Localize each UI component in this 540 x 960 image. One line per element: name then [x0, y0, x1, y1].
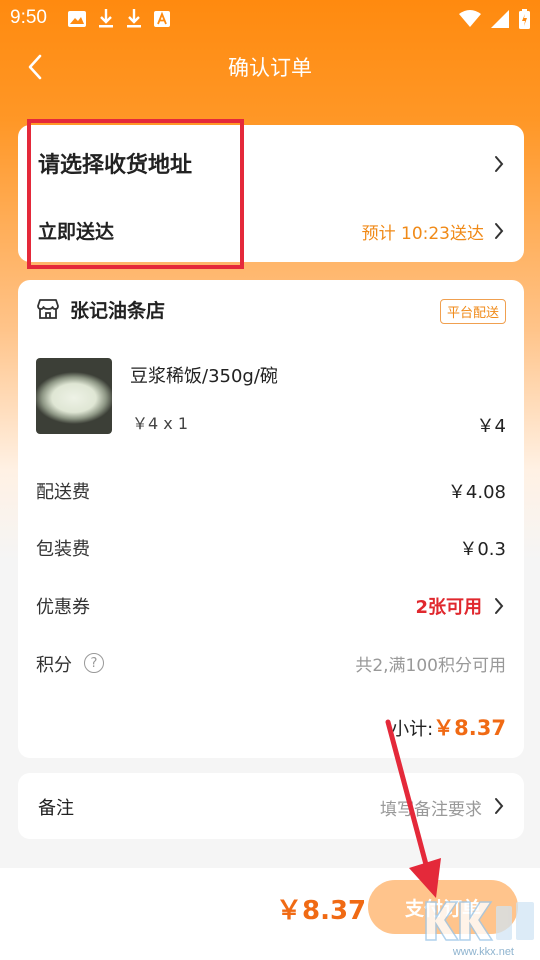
packing-fee-value: ￥0.3: [459, 539, 506, 560]
product-total: ￥4: [476, 416, 506, 437]
coupon-row[interactable]: 优惠券 2张可用: [36, 593, 506, 623]
order-total: ￥8.37: [276, 896, 367, 926]
wifi-icon: [459, 10, 481, 27]
coupon-label: 优惠券: [36, 597, 90, 618]
delivery-fee-row: 配送费 ￥4.08: [36, 478, 506, 508]
delivery-fee-label: 配送费: [36, 482, 90, 503]
points-label: 积分: [36, 655, 72, 676]
points-row: 积分 ? 共2,满100积分可用: [36, 651, 506, 681]
platform-delivery-badge: 平台配送: [439, 299, 506, 324]
chevron-right-icon[interactable]: [494, 222, 504, 240]
signal-icon: [491, 10, 509, 28]
image-icon: [68, 11, 86, 27]
status-system-icons: [459, 9, 530, 29]
watermark: www.kkx.net: [420, 888, 540, 960]
chevron-right-icon: [495, 798, 504, 814]
kkx-logo-icon: [425, 901, 534, 941]
subtotal-label: 小计:: [391, 719, 434, 740]
status-notification-icons: [68, 9, 170, 29]
status-bar: 9:50: [0, 0, 540, 38]
help-icon[interactable]: ?: [84, 653, 104, 673]
watermark-text: www.kkx.net: [452, 946, 514, 958]
packing-fee-label: 包装费: [36, 539, 90, 560]
chevron-right-icon[interactable]: [494, 155, 504, 173]
product-image: [36, 358, 112, 434]
remark-placeholder[interactable]: 填写备注要求: [380, 795, 482, 820]
product-unit-price-qty: ￥4 x 1: [132, 414, 189, 433]
delivery-fee-value: ￥4.08: [447, 482, 506, 503]
remark-label: 备注: [38, 798, 74, 819]
subtotal-amount: ￥8.37: [433, 716, 506, 740]
text-a-icon: [154, 11, 170, 27]
status-time: 9:50: [10, 7, 47, 28]
shop-icon: [37, 299, 59, 319]
page-title: 确认订单: [228, 56, 312, 80]
points-info: 共2,满100积分可用: [355, 656, 506, 676]
order-card: 张记油条店 平台配送 豆浆稀饭/350g/碗 ￥4 x 1 ￥4 配送费 ￥4.…: [18, 280, 524, 758]
subtotal: 小计:￥8.37: [391, 712, 506, 742]
annotation-highlight-box: [27, 119, 244, 269]
packing-fee-row: 包装费 ￥0.3: [36, 535, 506, 565]
shop-name: 张记油条店: [70, 300, 166, 322]
product-name: 豆浆稀饭/350g/碗: [130, 366, 278, 387]
coupon-available: 2张可用: [415, 597, 482, 618]
download-icon: [99, 9, 113, 28]
chevron-right-icon: [495, 598, 504, 614]
delivery-eta-selector[interactable]: 预计 10:23送达: [362, 219, 484, 244]
nav-bar: 确认订单: [0, 38, 540, 96]
download-icon: [127, 9, 141, 28]
remark-card[interactable]: 备注 填写备注要求: [18, 773, 524, 839]
battery-icon: [519, 9, 530, 29]
